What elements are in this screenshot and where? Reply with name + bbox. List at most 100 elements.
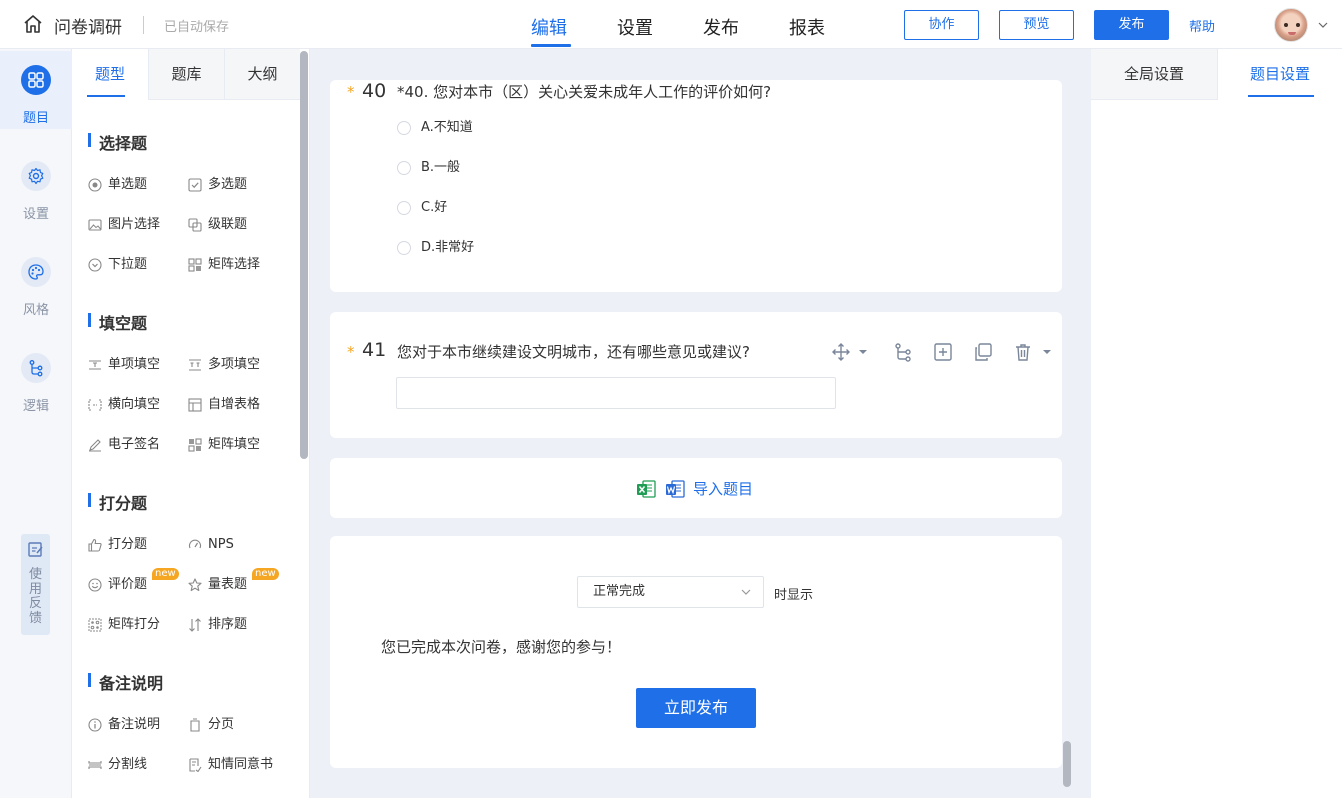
item-single-fill[interactable]: 单项填空 — [88, 355, 160, 375]
info-icon — [88, 718, 102, 732]
star-icon — [188, 578, 202, 592]
item-matrix-choice[interactable]: 矩阵选择 — [188, 255, 260, 275]
item-multi-fill[interactable]: 多项填空 — [188, 355, 260, 375]
radio-button[interactable] — [397, 121, 411, 135]
bracket-icon — [88, 399, 102, 411]
tab-outline[interactable]: 大纲 — [224, 49, 300, 100]
item-note[interactable]: 备注说明 — [88, 715, 160, 735]
item-e-signature[interactable]: 电子签名 — [88, 435, 160, 455]
panel-scrollbar[interactable] — [300, 51, 308, 459]
answer-input[interactable] — [396, 377, 836, 409]
feedback-label: 使 用 反 馈 — [28, 567, 42, 626]
radio-button[interactable] — [397, 161, 411, 175]
tab-question-types[interactable]: 题型 — [72, 49, 148, 100]
rail-label: 逻辑 — [22, 399, 49, 414]
dropdown-icon — [88, 258, 102, 272]
avatar[interactable] — [1274, 8, 1308, 42]
tab-question-bank[interactable]: 题库 — [148, 49, 224, 100]
preview-button[interactable]: 预览 — [999, 10, 1074, 40]
section-title-fill: 填空题 — [88, 310, 147, 334]
item-image-choice[interactable]: 图片选择 — [88, 215, 160, 235]
feedback-button[interactable]: 使 用 反 馈 — [21, 534, 50, 635]
item-scale[interactable]: 量表题 new — [188, 568, 279, 595]
nav-tab-edit[interactable]: 编辑 — [531, 14, 567, 40]
rail-item-style[interactable]: 风格 — [0, 243, 72, 321]
nav-tab-report[interactable]: 报表 — [789, 14, 825, 40]
app-title: 问卷调研 — [54, 18, 122, 38]
item-consent[interactable]: 知情同意书 — [188, 755, 273, 775]
add-icon[interactable] — [933, 342, 953, 362]
rail-item-settings[interactable]: 设置 — [0, 147, 72, 225]
smile-icon — [88, 578, 102, 592]
item-cascade[interactable]: 级联题 — [188, 215, 247, 235]
edit-note-icon — [28, 542, 43, 557]
item-multi-choice[interactable]: 多选题 — [188, 175, 247, 195]
item-dropdown[interactable]: 下拉题 — [88, 255, 147, 275]
radio-button[interactable] — [397, 201, 411, 215]
canvas-scrollbar[interactable] — [1063, 741, 1071, 787]
item-score[interactable]: 打分题 — [88, 535, 147, 555]
move-icon[interactable] — [831, 342, 851, 362]
tab-global-settings[interactable]: 全局设置 — [1091, 49, 1218, 100]
option-item[interactable]: A.不知道 — [397, 118, 473, 138]
chevron-down-icon[interactable] — [1318, 20, 1328, 30]
document-icon — [189, 758, 202, 772]
chevron-down-icon — [741, 589, 751, 595]
item-ranking[interactable]: 排序题 — [188, 615, 247, 635]
completion-message[interactable]: 您已完成本次问卷，感谢您的参与！ — [381, 636, 621, 657]
gear-icon — [28, 167, 44, 185]
question-card-41[interactable]: * 41 您对于本市继续建设文明城市，还有哪些意见或建议? — [330, 312, 1062, 438]
question-card-40[interactable]: * 40 *40. 您对本市（区）关心关爱未成年人工作的评价如何? A.不知道 … — [330, 80, 1062, 292]
logic-branch-icon[interactable] — [893, 342, 913, 362]
rail-item-logic[interactable]: 逻辑 — [0, 339, 72, 417]
thumb-up-icon — [88, 538, 102, 552]
multi-text-icon — [189, 359, 201, 371]
copy-icon[interactable] — [973, 342, 993, 362]
completion-type-select[interactable]: 正常完成 — [577, 576, 764, 608]
question-type-panel: 题型 题库 大纲 选择题 单选题 多选题 图片选择 级联题 下拉题 矩阵选择 填… — [72, 49, 310, 798]
item-divider[interactable]: 分割线 — [88, 755, 147, 775]
palette-icon — [28, 264, 44, 280]
completion-card: 正常完成 时显示 您已完成本次问卷，感谢您的参与！ 立即发布 — [330, 536, 1062, 768]
logic-icon — [29, 360, 43, 377]
item-single-choice[interactable]: 单选题 — [88, 175, 147, 195]
item-auto-table[interactable]: 自增表格 — [188, 395, 260, 415]
collaborate-button[interactable]: 协作 — [904, 10, 979, 40]
tab-question-settings[interactable]: 题目设置 — [1218, 49, 1342, 100]
pen-icon — [89, 439, 101, 452]
option-item[interactable]: C.好 — [397, 198, 447, 218]
trash-icon[interactable] — [1013, 342, 1033, 362]
word-icon[interactable] — [664, 478, 686, 500]
new-badge: new — [252, 568, 279, 580]
nav-tab-publish[interactable]: 发布 — [703, 14, 739, 40]
home-icon[interactable] — [22, 13, 44, 35]
publish-now-button[interactable]: 立即发布 — [636, 688, 756, 728]
section-title-choice: 选择题 — [88, 130, 147, 154]
item-matrix-fill[interactable]: 矩阵填空 — [188, 435, 260, 455]
settings-panel: 全局设置 题目设置 — [1091, 49, 1342, 798]
item-horizontal-fill[interactable]: 横向填空 — [88, 395, 160, 415]
item-evaluation[interactable]: 评价题 new — [88, 568, 179, 595]
matrix-icon — [188, 258, 202, 272]
chevron-down-icon[interactable] — [857, 346, 869, 358]
matrix-score-icon — [88, 618, 102, 632]
item-nps[interactable]: NPS — [188, 535, 234, 555]
nav-active-indicator — [531, 44, 571, 47]
item-matrix-score[interactable]: 矩阵打分 — [88, 615, 160, 635]
rail-label: 风格 — [22, 303, 49, 318]
publish-button[interactable]: 发布 — [1094, 10, 1169, 40]
chevron-down-icon[interactable] — [1041, 346, 1053, 358]
import-questions-link[interactable]: 导入题目 — [693, 478, 753, 499]
rail-item-questions[interactable]: 题目 — [0, 51, 72, 129]
required-mark: * — [347, 343, 355, 361]
question-number: 40 — [362, 80, 387, 102]
item-page-break[interactable]: 分页 — [188, 715, 234, 735]
question-number: 41 — [362, 339, 387, 361]
excel-icon[interactable] — [635, 478, 657, 500]
autosave-status: 已自动保存 — [164, 20, 230, 35]
option-item[interactable]: B.一般 — [397, 158, 460, 178]
nav-tab-settings[interactable]: 设置 — [617, 14, 653, 40]
help-link[interactable]: 帮助 — [1189, 16, 1215, 35]
radio-button[interactable] — [397, 241, 411, 255]
option-item[interactable]: D.非常好 — [397, 238, 474, 258]
